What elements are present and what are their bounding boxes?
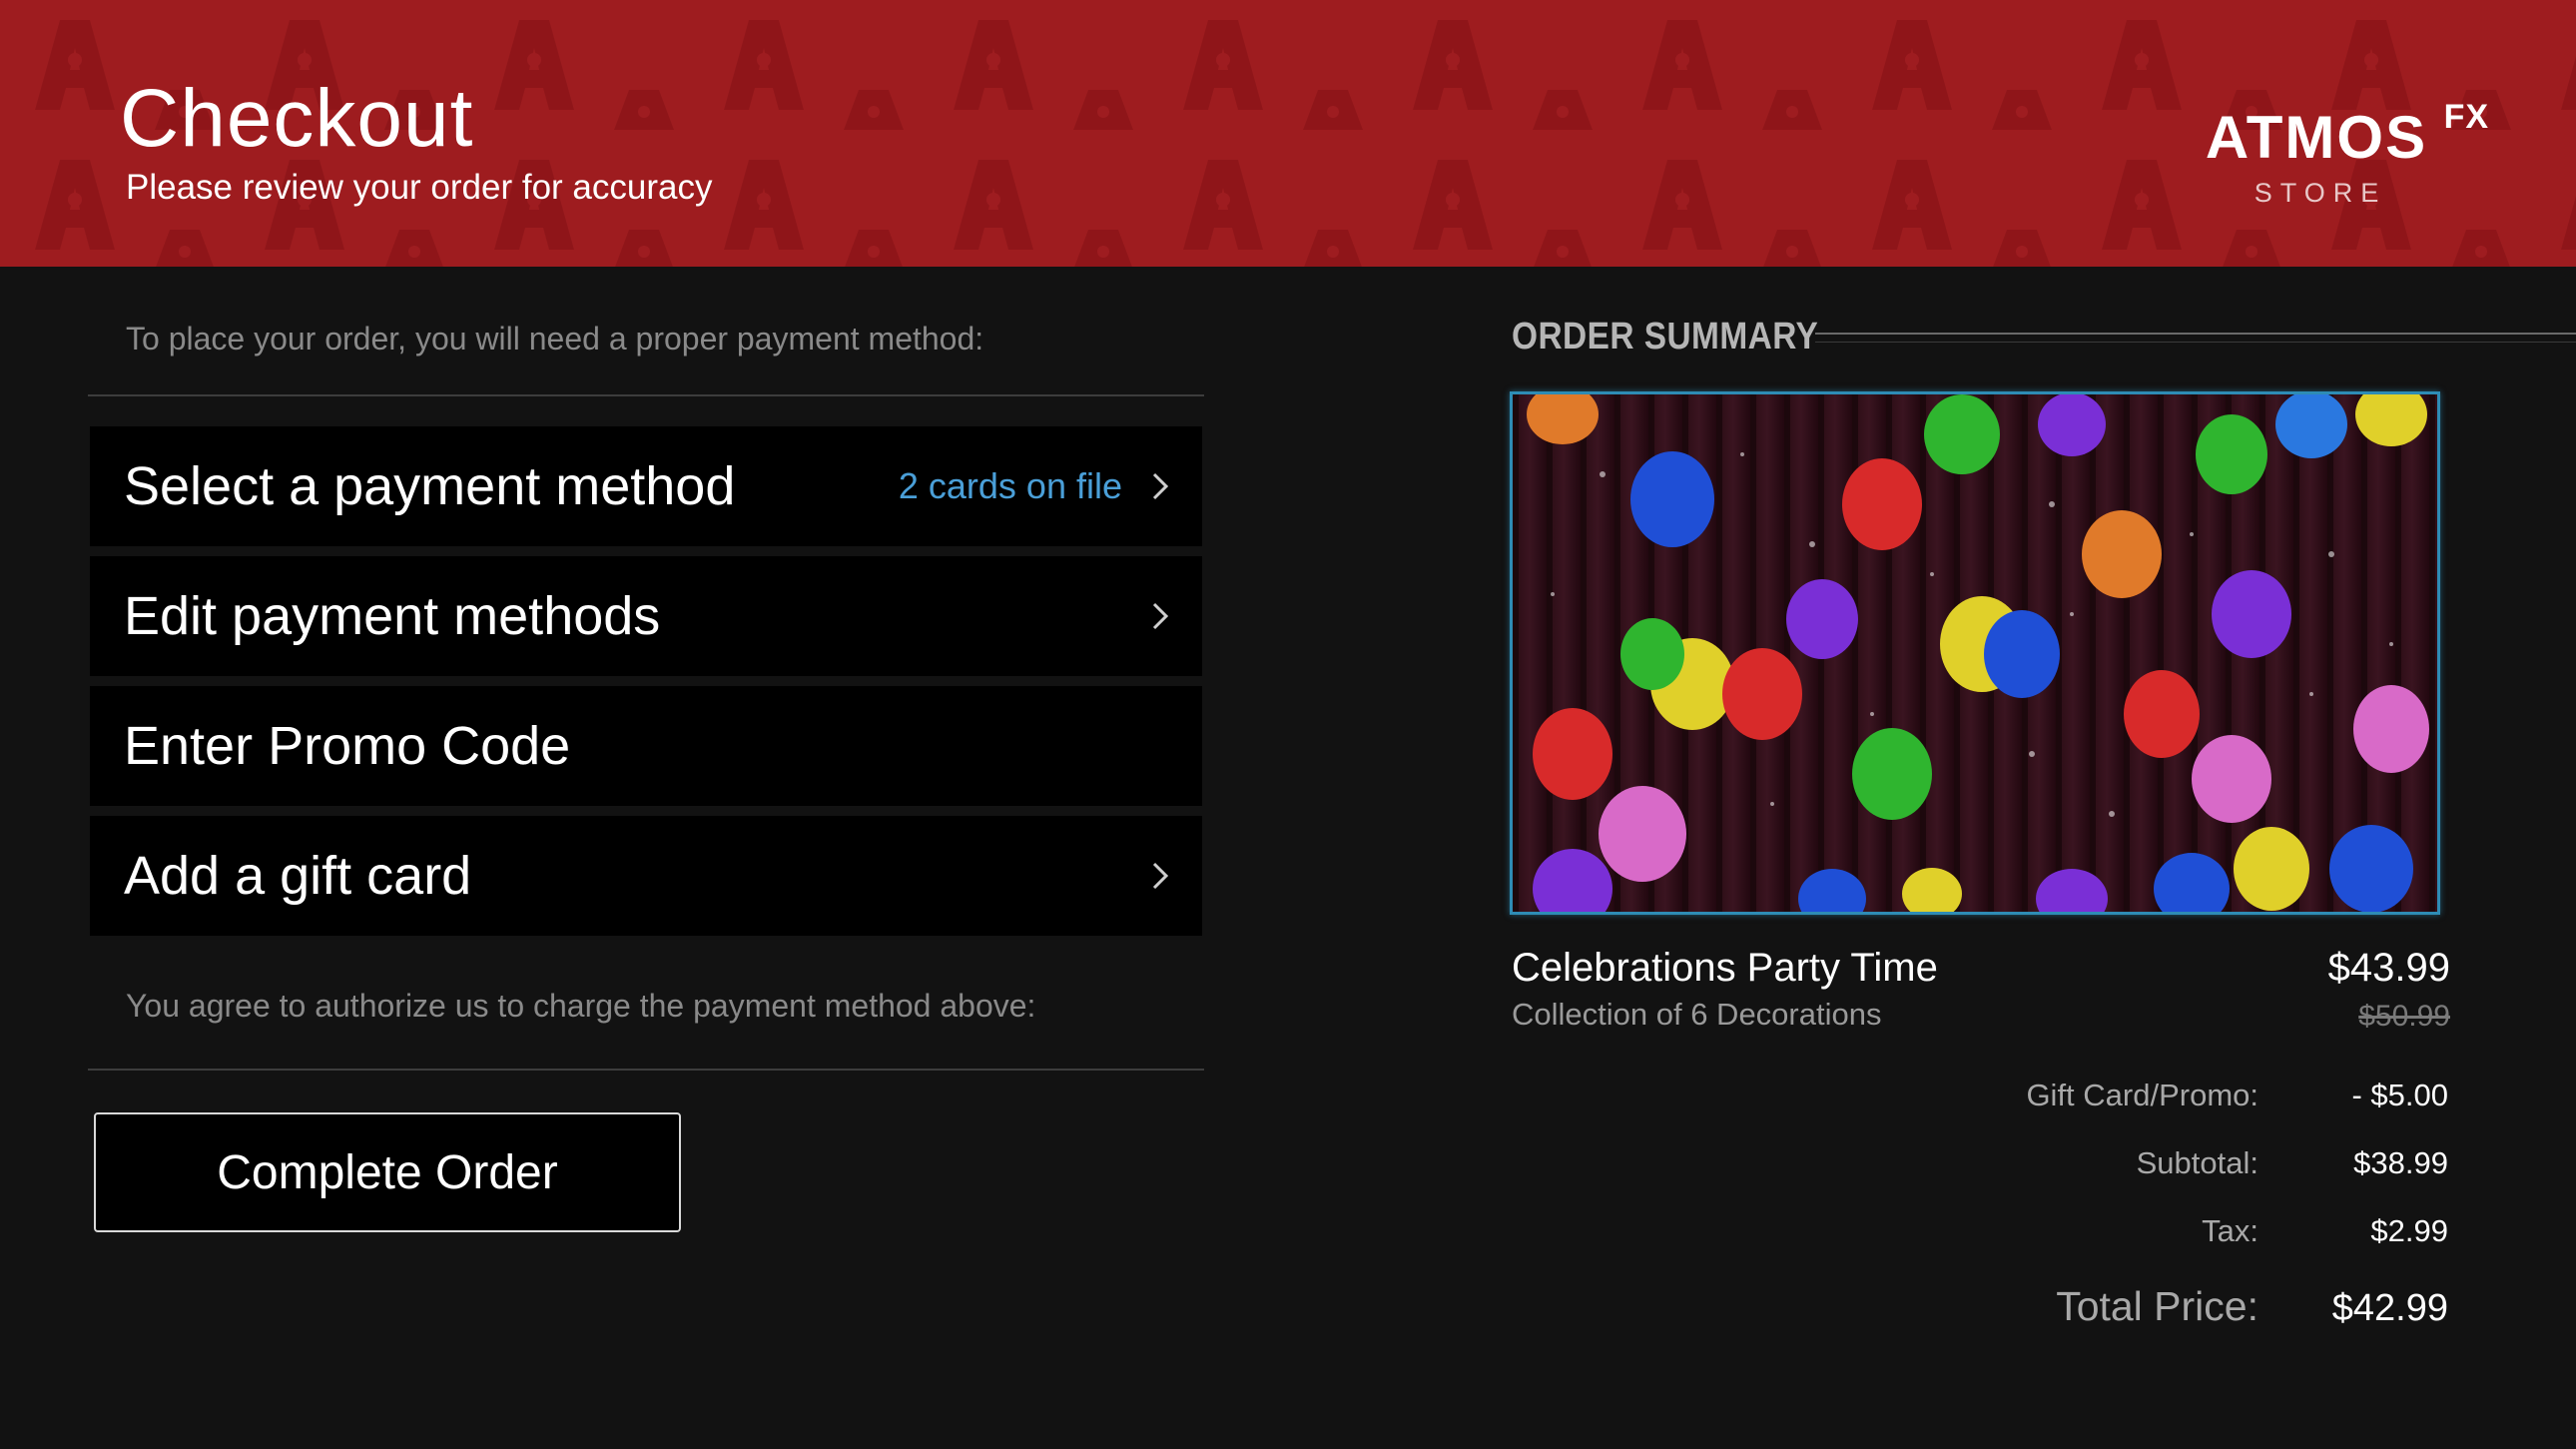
brand-logo-main: ATMOS FX xyxy=(2206,100,2488,168)
page-header: Checkout Please review your order for ac… xyxy=(0,0,2576,267)
total-price-row: Total Price: $42.99 xyxy=(1659,1283,2448,1330)
product-thumbnail xyxy=(1510,391,2440,915)
brand-logo: ATMOS FX STORE xyxy=(2182,100,2488,209)
chevron-right-icon xyxy=(1148,467,1172,505)
divider xyxy=(88,1069,1204,1071)
page-title: Checkout xyxy=(120,73,474,164)
tax-row: Tax: $2.99 xyxy=(1659,1213,2448,1249)
totals-value: $2.99 xyxy=(2370,1213,2448,1248)
subtotal-row: Subtotal: $38.99 xyxy=(1659,1145,2448,1181)
order-summary-heading: ORDER SUMMARY xyxy=(1512,316,1819,358)
select-payment-method-button[interactable]: Select a payment method 2 cards on file xyxy=(90,426,1202,546)
divider xyxy=(88,394,1204,396)
option-label: Add a gift card xyxy=(124,846,472,906)
add-gift-card-button[interactable]: Add a gift card xyxy=(90,816,1202,936)
balloons-image xyxy=(1513,394,2437,912)
payment-instruction: To place your order, you will need a pro… xyxy=(126,321,984,357)
complete-order-button[interactable]: Complete Order xyxy=(94,1112,681,1232)
option-label: Select a payment method xyxy=(124,456,736,516)
brand-logo-sup: FX xyxy=(2443,98,2490,136)
brand-logo-store: STORE xyxy=(2254,178,2387,208)
total-price-label: Total Price: xyxy=(2056,1283,2258,1329)
cards-on-file-count: 2 cards on file xyxy=(898,465,1122,506)
product-price: $43.99 xyxy=(2327,946,2450,990)
totals-value: - $5.00 xyxy=(2351,1078,2448,1112)
option-label: Edit payment methods xyxy=(124,586,661,646)
order-summary-panel: ORDER SUMMARY Celebrations Party Time Co… xyxy=(1510,267,2576,1449)
totals-label: Tax: xyxy=(2202,1213,2258,1248)
chevron-right-icon xyxy=(1148,597,1172,635)
chevron-right-icon xyxy=(1148,857,1172,895)
brand-logo-text: ATMOS xyxy=(2205,104,2428,171)
enter-promo-code-button[interactable]: Enter Promo Code xyxy=(90,686,1202,806)
totals-label: Subtotal: xyxy=(2136,1145,2258,1180)
edit-payment-methods-button[interactable]: Edit payment methods xyxy=(90,556,1202,676)
product-description: Collection of 6 Decorations xyxy=(1512,997,1882,1032)
page-subtitle: Please review your order for accuracy xyxy=(126,168,713,207)
summary-heading-rule xyxy=(1815,333,2576,343)
total-price-value: $42.99 xyxy=(2331,1287,2448,1329)
totals-value: $38.99 xyxy=(2353,1145,2448,1180)
option-label: Enter Promo Code xyxy=(124,716,571,776)
payment-agreement: You agree to authorize us to charge the … xyxy=(126,988,1036,1024)
product-name: Celebrations Party Time xyxy=(1512,946,1938,990)
totals-label: Gift Card/Promo: xyxy=(2026,1078,2258,1112)
product-original-price: $50.99 xyxy=(2358,1000,2450,1033)
gift-card-promo-row: Gift Card/Promo: - $5.00 xyxy=(1659,1078,2448,1113)
